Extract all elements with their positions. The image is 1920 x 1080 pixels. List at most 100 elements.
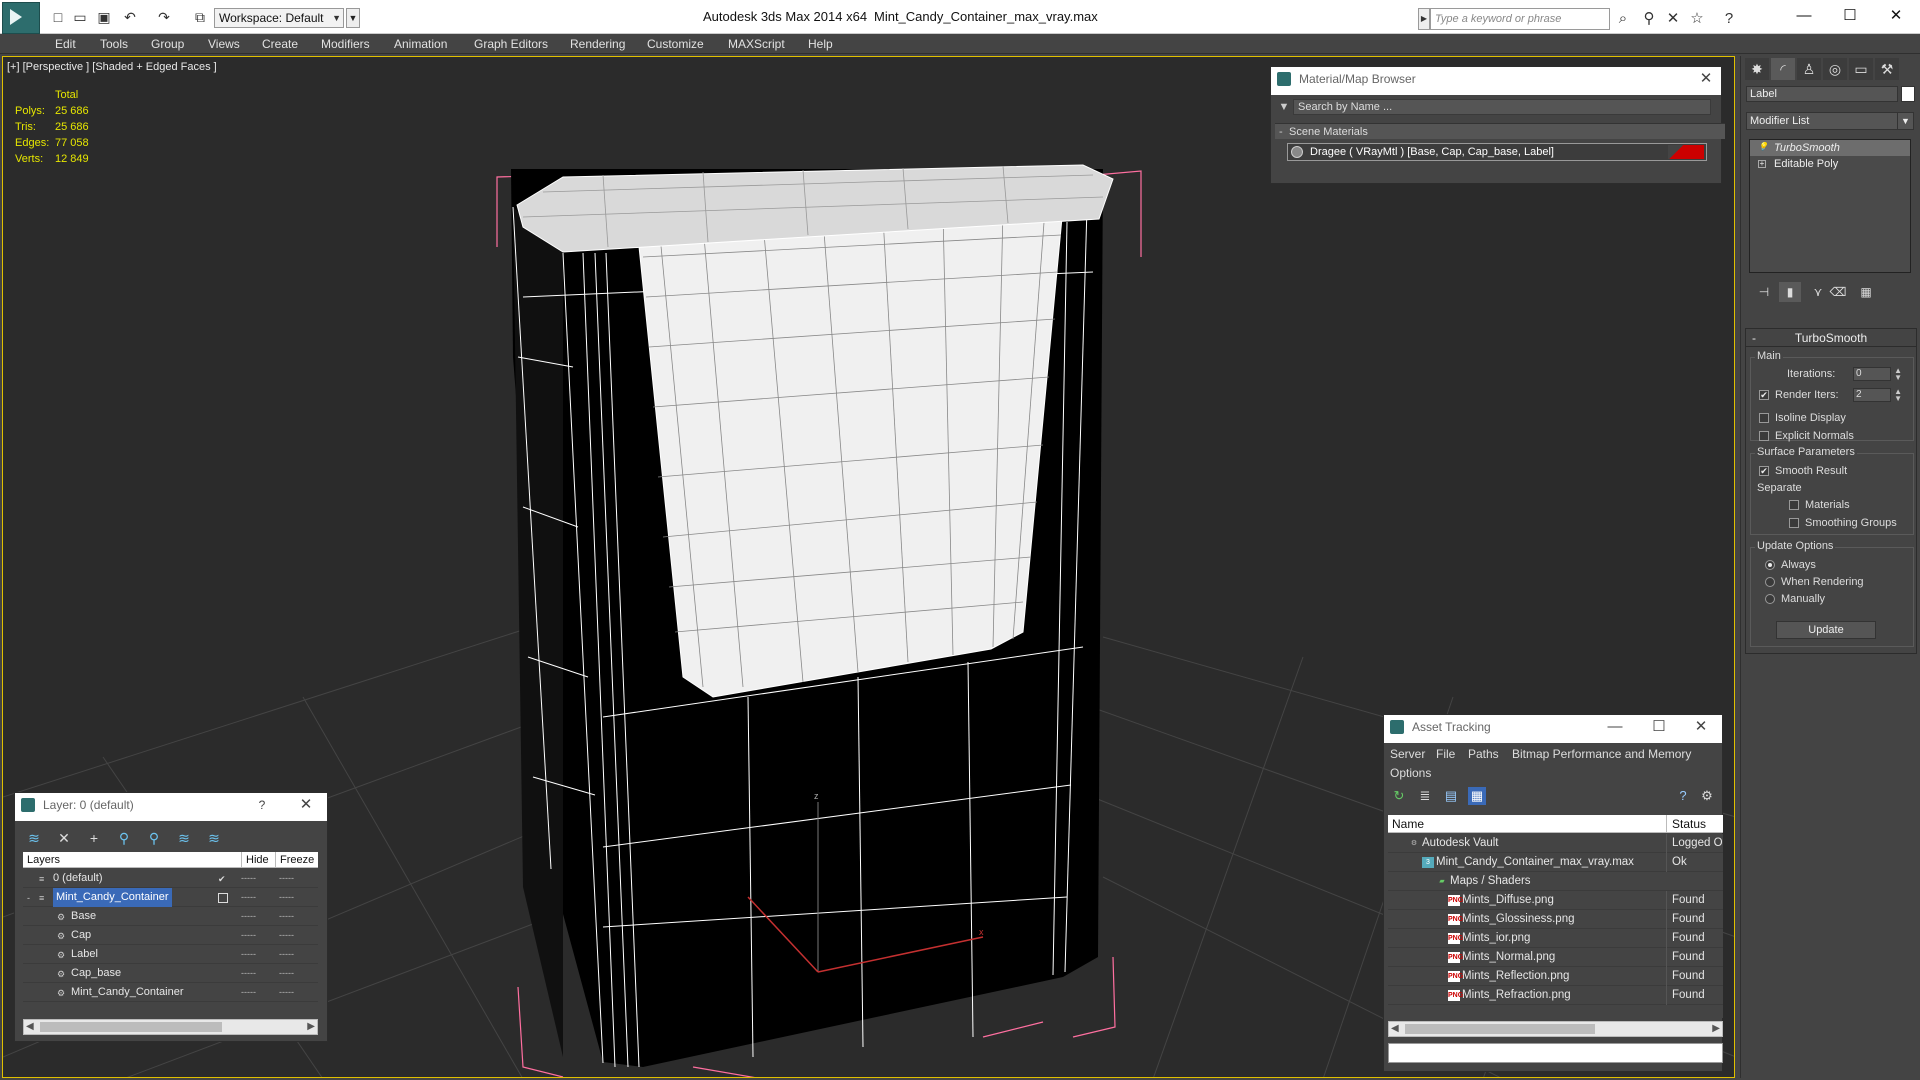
make-unique-icon[interactable]: ⋎ <box>1807 282 1829 302</box>
menu-group[interactable]: Group <box>147 35 188 53</box>
explicit-normals-checkbox[interactable] <box>1759 431 1769 441</box>
asset-row[interactable]: ▰ Maps / Shaders <box>1388 872 1723 891</box>
asset-row[interactable]: ⚙ Autodesk Vault Logged Out <box>1388 834 1723 853</box>
scroll-left-icon[interactable]: ◀ <box>1391 1022 1399 1036</box>
help-icon[interactable]: ? <box>251 795 273 815</box>
delete-layer-icon[interactable]: ✕ <box>55 829 73 847</box>
layer-object-row[interactable]: ⚙ Mint_Candy_Container ----- ----- <box>23 983 318 1002</box>
remove-modifier-icon[interactable]: ⌫ <box>1827 282 1849 302</box>
open-file-icon[interactable]: ▭ <box>72 9 88 25</box>
layer-object-row[interactable]: ⚙ Cap_base ----- ----- <box>23 964 318 983</box>
show-end-result-icon[interactable]: ▮ <box>1779 282 1801 302</box>
menu-file[interactable]: File <box>1436 747 1455 761</box>
layer-row[interactable]: ≡ 0 (default) ✔ ----- ----- <box>23 869 318 888</box>
asset-row[interactable]: PNG Mints_Normal.png Found <box>1388 948 1723 967</box>
col-hide[interactable]: Hide <box>241 852 269 868</box>
hide-toggle[interactable]: ----- <box>241 945 256 964</box>
asset-row[interactable]: PNG Mints_Glossiness.png Found <box>1388 910 1723 929</box>
update-button[interactable]: Update <box>1776 621 1876 639</box>
close-icon[interactable]: ✕ <box>1695 69 1717 89</box>
asset-tracking-titlebar[interactable]: Asset Tracking — ☐ ✕ <box>1384 715 1722 743</box>
rollout-header[interactable]: - TurboSmooth <box>1746 329 1916 347</box>
stack-item-editable-poly[interactable]: + Editable Poly <box>1750 156 1910 172</box>
quick-access-customize-icon[interactable]: ▼ <box>346 8 360 28</box>
menu-server[interactable]: Server <box>1390 747 1425 761</box>
expand-icon[interactable]: + <box>1758 160 1766 168</box>
menu-options[interactable]: Options <box>1390 766 1431 780</box>
list-view-icon[interactable]: ≣ <box>1416 787 1434 805</box>
freeze-toggle[interactable]: ----- <box>279 869 294 888</box>
minimize-icon[interactable]: — <box>1784 4 1824 28</box>
thumbnail-view-icon[interactable]: ▤ <box>1442 787 1460 805</box>
project-folder-icon[interactable]: ⧉ <box>192 9 208 25</box>
when-rendering-radio[interactable] <box>1765 577 1775 587</box>
menu-create[interactable]: Create <box>258 35 302 53</box>
col-layers[interactable]: Layers <box>27 852 60 868</box>
freeze-toggle[interactable]: ----- <box>279 964 294 983</box>
material-browser-titlebar[interactable]: Material/Map Browser ✕ <box>1271 67 1721 95</box>
hide-toggle[interactable]: ----- <box>241 926 256 945</box>
material-item-dragee[interactable]: Dragee ( VRayMtl ) [Base, Cap, Cap_base,… <box>1287 143 1707 161</box>
freeze-toggle[interactable]: ----- <box>279 983 294 1002</box>
save-file-icon[interactable]: ▣ <box>96 9 112 25</box>
active-layer-check-icon[interactable]: ✔ <box>218 874 228 884</box>
freeze-toggle[interactable]: ----- <box>279 907 294 926</box>
scene-materials-group[interactable]: - Scene Materials <box>1275 123 1725 139</box>
scrollbar-thumb[interactable] <box>40 1022 222 1032</box>
create-layer-icon[interactable]: ≋ <box>25 829 43 847</box>
isoline-display-checkbox[interactable] <box>1759 413 1769 423</box>
help-icon[interactable]: ? <box>1674 787 1692 805</box>
layer-window-titlebar[interactable]: Layer: 0 (default) ? ✕ <box>15 793 327 821</box>
asset-row[interactable]: 3 Mint_Candy_Container_max_vray.max Ok <box>1388 853 1723 872</box>
stack-item-turbosmooth[interactable]: 💡 TurboSmooth <box>1750 140 1910 156</box>
menu-help[interactable]: Help <box>804 35 837 53</box>
hide-all-layers-icon[interactable]: ≋ <box>175 829 193 847</box>
select-in-layer-icon[interactable]: ⚲ <box>115 829 133 847</box>
manually-radio[interactable] <box>1765 594 1775 604</box>
configure-modifier-sets-icon[interactable]: ▦ <box>1855 282 1877 302</box>
iterations-spinner[interactable]: 0 ▲ ▼ <box>1853 367 1902 382</box>
scroll-right-icon[interactable]: ▶ <box>307 1020 315 1034</box>
freeze-toggle[interactable]: ----- <box>279 888 294 907</box>
menu-rendering[interactable]: Rendering <box>566 35 629 53</box>
utilities-tab-icon[interactable]: ⚒ <box>1875 58 1899 80</box>
help-icon[interactable]: ? <box>1720 10 1738 28</box>
hide-toggle[interactable]: ----- <box>241 964 256 983</box>
highlight-layer-icon[interactable]: ⚲ <box>145 829 163 847</box>
layer-object-row[interactable]: ⚙ Cap ----- ----- <box>23 926 318 945</box>
menu-maxscript[interactable]: MAXScript <box>724 35 789 53</box>
new-file-icon[interactable]: □ <box>50 9 66 25</box>
menu-modifiers[interactable]: Modifiers <box>317 35 374 53</box>
search-expand-icon[interactable]: ▶ <box>1418 8 1430 30</box>
close-icon[interactable]: ✕ <box>295 795 317 815</box>
scrollbar-thumb[interactable] <box>1405 1024 1595 1034</box>
filter-icon[interactable]: ▼ <box>1277 99 1291 115</box>
layer-horizontal-scrollbar[interactable]: ◀ ▶ <box>23 1019 318 1035</box>
favorites-star-icon[interactable]: ☆ <box>1688 10 1706 28</box>
menu-customize[interactable]: Customize <box>643 35 708 53</box>
menu-views[interactable]: Views <box>204 35 244 53</box>
workspace-dropdown[interactable]: Workspace: Default ▼ <box>214 8 344 28</box>
scroll-right-icon[interactable]: ▶ <box>1712 1022 1720 1036</box>
hide-toggle[interactable]: ----- <box>241 983 256 1002</box>
table-view-icon[interactable]: ▦ <box>1468 787 1486 805</box>
lightbulb-icon[interactable]: 💡 <box>1758 143 1768 152</box>
minimize-icon[interactable]: — <box>1604 717 1626 737</box>
collapse-icon[interactable]: - <box>27 893 37 903</box>
close-icon[interactable]: ✕ <box>1690 717 1712 737</box>
asset-row[interactable]: PNG Mints_Diffuse.png Found <box>1388 891 1723 910</box>
hide-toggle[interactable]: ----- <box>241 888 256 907</box>
asset-row[interactable]: PNG Mints_Refraction.png Found <box>1388 986 1723 1005</box>
close-icon[interactable]: ✕ <box>1876 4 1916 28</box>
hierarchy-tab-icon[interactable]: ♙ <box>1797 58 1821 80</box>
spinner-arrows-icon[interactable]: ▲ ▼ <box>1894 367 1902 382</box>
render-iters-spinner[interactable]: 2 ▲ ▼ <box>1853 388 1902 403</box>
menu-graph-editors[interactable]: Graph Editors <box>470 35 552 53</box>
freeze-toggle[interactable]: ----- <box>279 926 294 945</box>
col-freeze[interactable]: Freeze <box>275 852 314 868</box>
menu-bitmap-performance[interactable]: Bitmap Performance and Memory <box>1512 747 1691 761</box>
smoothing-groups-checkbox[interactable] <box>1789 518 1799 528</box>
scroll-left-icon[interactable]: ◀ <box>26 1020 34 1034</box>
app-menu-button[interactable] <box>2 2 40 34</box>
menu-paths[interactable]: Paths <box>1468 747 1499 761</box>
